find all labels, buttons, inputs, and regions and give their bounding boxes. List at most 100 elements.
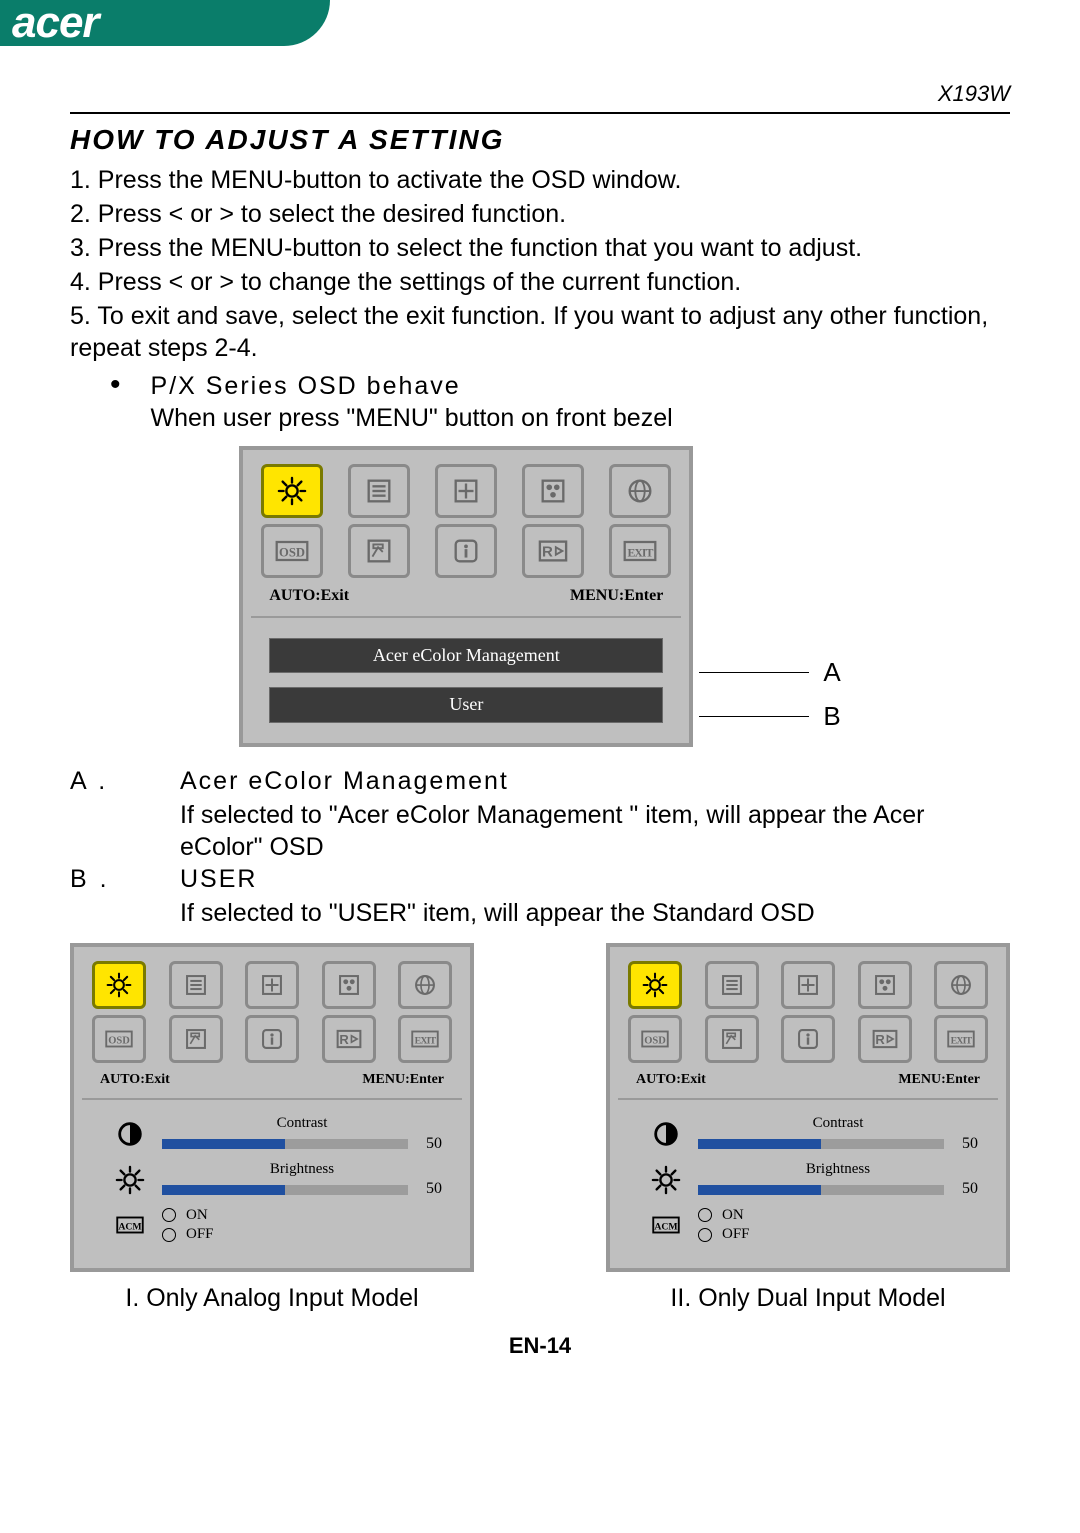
callout-a-label: A <box>823 656 840 689</box>
brightness-label: Brightness <box>162 1160 442 1179</box>
brightness-value: 50 <box>952 1179 978 1199</box>
osd-icon-row-2 <box>261 524 671 578</box>
divider <box>70 112 1010 114</box>
caption-analog: I. Only Analog Input Model <box>125 1282 418 1314</box>
brightness-icon[interactable] <box>261 464 323 518</box>
acm-off-label: OFF <box>186 1225 214 1244</box>
page-header: acer <box>0 0 1080 80</box>
model-label: X193W <box>70 80 1010 108</box>
contrast-value: 50 <box>952 1134 978 1154</box>
contrast-icon <box>648 1116 684 1152</box>
osd-icon-row-2 <box>92 1015 452 1063</box>
acm-on-label: ON <box>722 1206 744 1225</box>
language-icon[interactable] <box>934 961 988 1009</box>
osd-icon[interactable] <box>628 1015 682 1063</box>
callout-b: B <box>699 700 840 734</box>
step: 5. To exit and save, select the exit fun… <box>70 300 1010 364</box>
bullet-icon: • <box>70 370 151 434</box>
step: 3. Press the MENU-button to select the f… <box>70 232 1010 264</box>
acm-icon <box>112 1207 148 1243</box>
osd-hint-right: MENU:Enter <box>570 586 663 606</box>
language-icon[interactable] <box>609 464 671 518</box>
callout-a: A <box>699 656 840 690</box>
def-b-key: B . <box>70 863 180 895</box>
exit-icon[interactable] <box>609 524 671 578</box>
acm-on-radio[interactable]: ON <box>162 1206 442 1225</box>
signal-icon[interactable] <box>705 1015 759 1063</box>
brightness-icon[interactable] <box>92 961 146 1009</box>
contrast-slider[interactable] <box>698 1139 944 1149</box>
text-icon[interactable] <box>169 961 223 1009</box>
osd-menu-item-user[interactable]: User <box>269 687 663 722</box>
contrast-label: Contrast <box>698 1114 978 1133</box>
signal-icon[interactable] <box>348 524 410 578</box>
brightness-icon <box>112 1162 148 1198</box>
def-b-body: If selected to "USER" item, will appear … <box>180 897 1010 929</box>
acm-off-radio[interactable]: OFF <box>698 1225 978 1244</box>
exit-icon[interactable] <box>398 1015 452 1063</box>
text-icon[interactable] <box>348 464 410 518</box>
osd-hint-left: AUTO:Exit <box>269 586 349 606</box>
position-icon[interactable] <box>245 961 299 1009</box>
osd-menu-item-ecolor[interactable]: Acer eColor Management <box>269 638 663 673</box>
brightness-slider[interactable] <box>162 1185 408 1195</box>
brightness-icon[interactable] <box>628 961 682 1009</box>
contrast-slider[interactable] <box>162 1139 408 1149</box>
def-a-head: Acer eColor Management <box>180 765 509 797</box>
acm-off-radio[interactable]: OFF <box>162 1225 442 1244</box>
osd-panel-analog: AUTO:Exit MENU:Enter Contrast 50 <box>70 943 474 1273</box>
osd-panel-dual: AUTO:Exit MENU:Enter Contrast 50 <box>606 943 1010 1273</box>
callout-b-label: B <box>823 700 840 733</box>
step: 2. Press < or > to select the desired fu… <box>70 198 1010 230</box>
brand-logo: acer <box>12 0 99 48</box>
color-icon[interactable] <box>322 961 376 1009</box>
step: 4. Press < or > to change the settings o… <box>70 266 1010 298</box>
osd-hint-left: AUTO:Exit <box>636 1071 706 1089</box>
page-title: HOW TO ADJUST A SETTING <box>70 122 1010 158</box>
osd-hint-right: MENU:Enter <box>362 1071 444 1089</box>
osd-hint-right: MENU:Enter <box>898 1071 980 1089</box>
reset-icon[interactable] <box>322 1015 376 1063</box>
contrast-icon <box>112 1116 148 1152</box>
osd-icon-row-2 <box>628 1015 988 1063</box>
instruction-steps: 1. Press the MENU-button to activate the… <box>70 164 1010 364</box>
reset-icon[interactable] <box>858 1015 912 1063</box>
caption-dual: II. Only Dual Input Model <box>670 1282 945 1314</box>
acm-icon <box>648 1207 684 1243</box>
position-icon[interactable] <box>781 961 835 1009</box>
osd-hint-left: AUTO:Exit <box>100 1071 170 1089</box>
exit-icon[interactable] <box>934 1015 988 1063</box>
brightness-value: 50 <box>416 1179 442 1199</box>
def-b-head: USER <box>180 863 257 895</box>
osd-icon-row-1 <box>92 961 452 1009</box>
step: 1. Press the MENU-button to activate the… <box>70 164 1010 196</box>
signal-icon[interactable] <box>169 1015 223 1063</box>
page-footer: EN-14 <box>70 1332 1010 1360</box>
acm-on-radio[interactable]: ON <box>698 1206 978 1225</box>
brightness-slider[interactable] <box>698 1185 944 1195</box>
info-icon[interactable] <box>781 1015 835 1063</box>
contrast-label: Contrast <box>162 1114 442 1133</box>
series-subline: When user press "MENU" button on front b… <box>151 402 673 434</box>
info-icon[interactable] <box>245 1015 299 1063</box>
text-icon[interactable] <box>705 961 759 1009</box>
osd-icon-row-1 <box>628 961 988 1009</box>
def-a-key: A . <box>70 765 180 797</box>
osd-icon-row-1 <box>261 464 671 518</box>
reset-icon[interactable] <box>522 524 584 578</box>
acm-off-label: OFF <box>722 1225 750 1244</box>
color-icon[interactable] <box>522 464 584 518</box>
osd-icon[interactable] <box>261 524 323 578</box>
position-icon[interactable] <box>435 464 497 518</box>
language-icon[interactable] <box>398 961 452 1009</box>
osd-icon[interactable] <box>92 1015 146 1063</box>
def-a-body: If selected to "Acer eColor Management "… <box>180 799 1010 863</box>
brightness-label: Brightness <box>698 1160 978 1179</box>
osd-panel-main: AUTO:Exit MENU:Enter Acer eColor Managem… <box>239 446 693 747</box>
acm-on-label: ON <box>186 1206 208 1225</box>
info-icon[interactable] <box>435 524 497 578</box>
color-icon[interactable] <box>858 961 912 1009</box>
brightness-icon <box>648 1162 684 1198</box>
series-heading: P/X Series OSD behave <box>151 370 673 402</box>
contrast-value: 50 <box>416 1134 442 1154</box>
